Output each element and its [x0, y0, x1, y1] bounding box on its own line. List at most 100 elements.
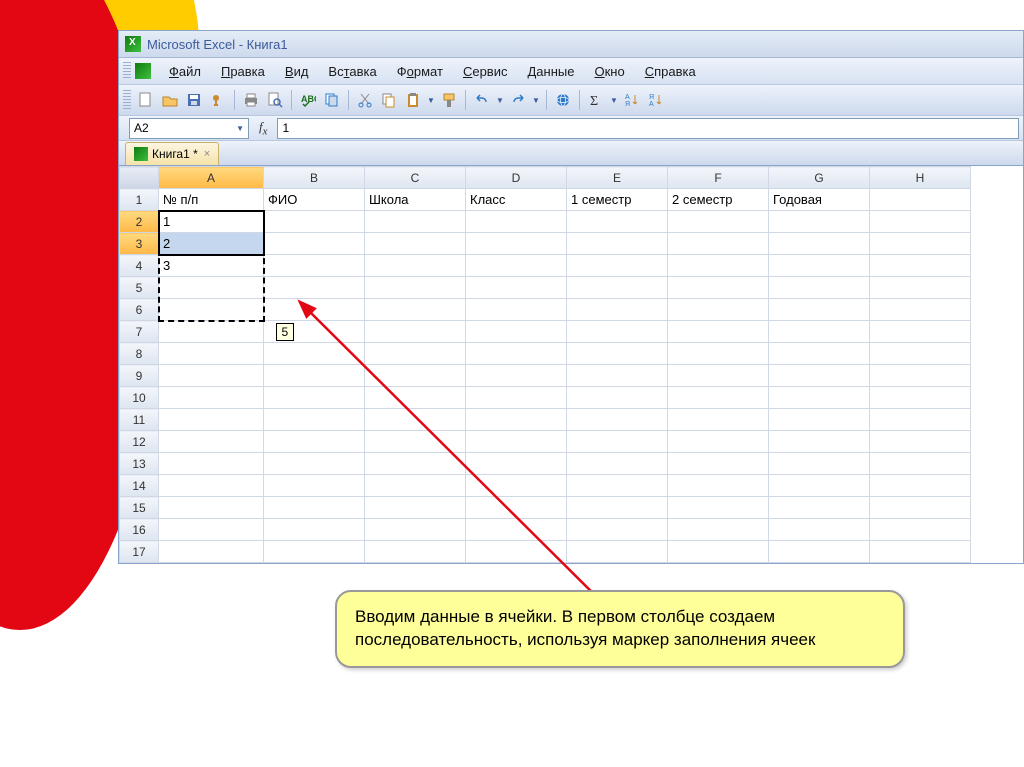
cut-button[interactable] [354, 89, 376, 111]
namebox-dropdown-icon[interactable]: ▼ [236, 124, 244, 133]
cell-D11[interactable] [466, 409, 567, 431]
cell-F15[interactable] [668, 497, 769, 519]
cell-F13[interactable] [668, 453, 769, 475]
cell-F7[interactable] [668, 321, 769, 343]
cell-B10[interactable] [264, 387, 365, 409]
cell-E4[interactable] [567, 255, 668, 277]
cell-G13[interactable] [769, 453, 870, 475]
cell-E2[interactable] [567, 211, 668, 233]
cell-D7[interactable] [466, 321, 567, 343]
cell-A7[interactable] [159, 321, 264, 343]
cell-C12[interactable] [365, 431, 466, 453]
row-header-15[interactable]: 15 [120, 497, 159, 519]
cell-H6[interactable] [870, 299, 971, 321]
cell-E12[interactable] [567, 431, 668, 453]
cell-A10[interactable] [159, 387, 264, 409]
cell-C6[interactable] [365, 299, 466, 321]
cell-E13[interactable] [567, 453, 668, 475]
cell-A5[interactable] [159, 277, 264, 299]
row-header-7[interactable]: 7 [120, 321, 159, 343]
cell-A13[interactable] [159, 453, 264, 475]
cell-H8[interactable] [870, 343, 971, 365]
cell-C4[interactable] [365, 255, 466, 277]
cell-C16[interactable] [365, 519, 466, 541]
cell-B1[interactable]: ФИО [264, 189, 365, 211]
cell-H14[interactable] [870, 475, 971, 497]
cell-G10[interactable] [769, 387, 870, 409]
cell-G17[interactable] [769, 541, 870, 563]
open-button[interactable] [159, 89, 181, 111]
row-header-11[interactable]: 11 [120, 409, 159, 431]
cell-C3[interactable] [365, 233, 466, 255]
cell-H12[interactable] [870, 431, 971, 453]
cell-E11[interactable] [567, 409, 668, 431]
cell-F9[interactable] [668, 365, 769, 387]
cell-C5[interactable] [365, 277, 466, 299]
new-button[interactable] [135, 89, 157, 111]
cell-H16[interactable] [870, 519, 971, 541]
print-button[interactable] [240, 89, 262, 111]
cell-G4[interactable] [769, 255, 870, 277]
formula-input[interactable]: 1 [277, 118, 1019, 139]
cell-B16[interactable] [264, 519, 365, 541]
cell-G14[interactable] [769, 475, 870, 497]
row-header-8[interactable]: 8 [120, 343, 159, 365]
cell-D1[interactable]: Класс [466, 189, 567, 211]
row-header-13[interactable]: 13 [120, 453, 159, 475]
cell-G16[interactable] [769, 519, 870, 541]
cell-H15[interactable] [870, 497, 971, 519]
paste-dropdown[interactable]: ▼ [426, 96, 436, 105]
cell-B6[interactable] [264, 299, 365, 321]
cell-A4[interactable]: 3 [159, 255, 264, 277]
menu-вид[interactable]: Вид [275, 61, 319, 82]
format-painter-button[interactable] [438, 89, 460, 111]
cell-A3[interactable]: 2 [159, 233, 264, 255]
cell-D12[interactable] [466, 431, 567, 453]
cell-B2[interactable] [264, 211, 365, 233]
cell-D13[interactable] [466, 453, 567, 475]
permission-button[interactable] [207, 89, 229, 111]
cell-C2[interactable] [365, 211, 466, 233]
cell-D2[interactable] [466, 211, 567, 233]
cell-D10[interactable] [466, 387, 567, 409]
col-header-A[interactable]: A [159, 167, 264, 189]
col-header-F[interactable]: F [668, 167, 769, 189]
document-tab[interactable]: Книга1 * × [125, 142, 219, 165]
cell-D17[interactable] [466, 541, 567, 563]
cell-H10[interactable] [870, 387, 971, 409]
cell-B4[interactable] [264, 255, 365, 277]
cell-D8[interactable] [466, 343, 567, 365]
cell-F14[interactable] [668, 475, 769, 497]
cell-G1[interactable]: Годовая [769, 189, 870, 211]
cell-H4[interactable] [870, 255, 971, 277]
cell-E7[interactable] [567, 321, 668, 343]
sort-asc-button[interactable]: AЯ [621, 89, 643, 111]
cell-G11[interactable] [769, 409, 870, 431]
cell-H7[interactable] [870, 321, 971, 343]
fx-label[interactable]: fx [259, 119, 267, 138]
cell-F6[interactable] [668, 299, 769, 321]
cell-E5[interactable] [567, 277, 668, 299]
menu-формат[interactable]: Формат [387, 61, 453, 82]
cell-F10[interactable] [668, 387, 769, 409]
cell-E1[interactable]: 1 семестр [567, 189, 668, 211]
sort-desc-button[interactable]: ЯA [645, 89, 667, 111]
cell-B15[interactable] [264, 497, 365, 519]
cell-F12[interactable] [668, 431, 769, 453]
row-header-10[interactable]: 10 [120, 387, 159, 409]
cell-C11[interactable] [365, 409, 466, 431]
cell-E17[interactable] [567, 541, 668, 563]
cell-D14[interactable] [466, 475, 567, 497]
col-header-G[interactable]: G [769, 167, 870, 189]
cell-D5[interactable] [466, 277, 567, 299]
cell-E9[interactable] [567, 365, 668, 387]
col-header-B[interactable]: B [264, 167, 365, 189]
cell-A14[interactable] [159, 475, 264, 497]
menu-файл[interactable]: Файл [159, 61, 211, 82]
cell-E16[interactable] [567, 519, 668, 541]
cell-B3[interactable] [264, 233, 365, 255]
spreadsheet-grid[interactable]: ABCDEFGH1№ п/пФИОШколаКласс1 семестр2 се… [119, 166, 1023, 563]
menubar-grip[interactable] [123, 62, 131, 80]
cell-F11[interactable] [668, 409, 769, 431]
cell-C14[interactable] [365, 475, 466, 497]
